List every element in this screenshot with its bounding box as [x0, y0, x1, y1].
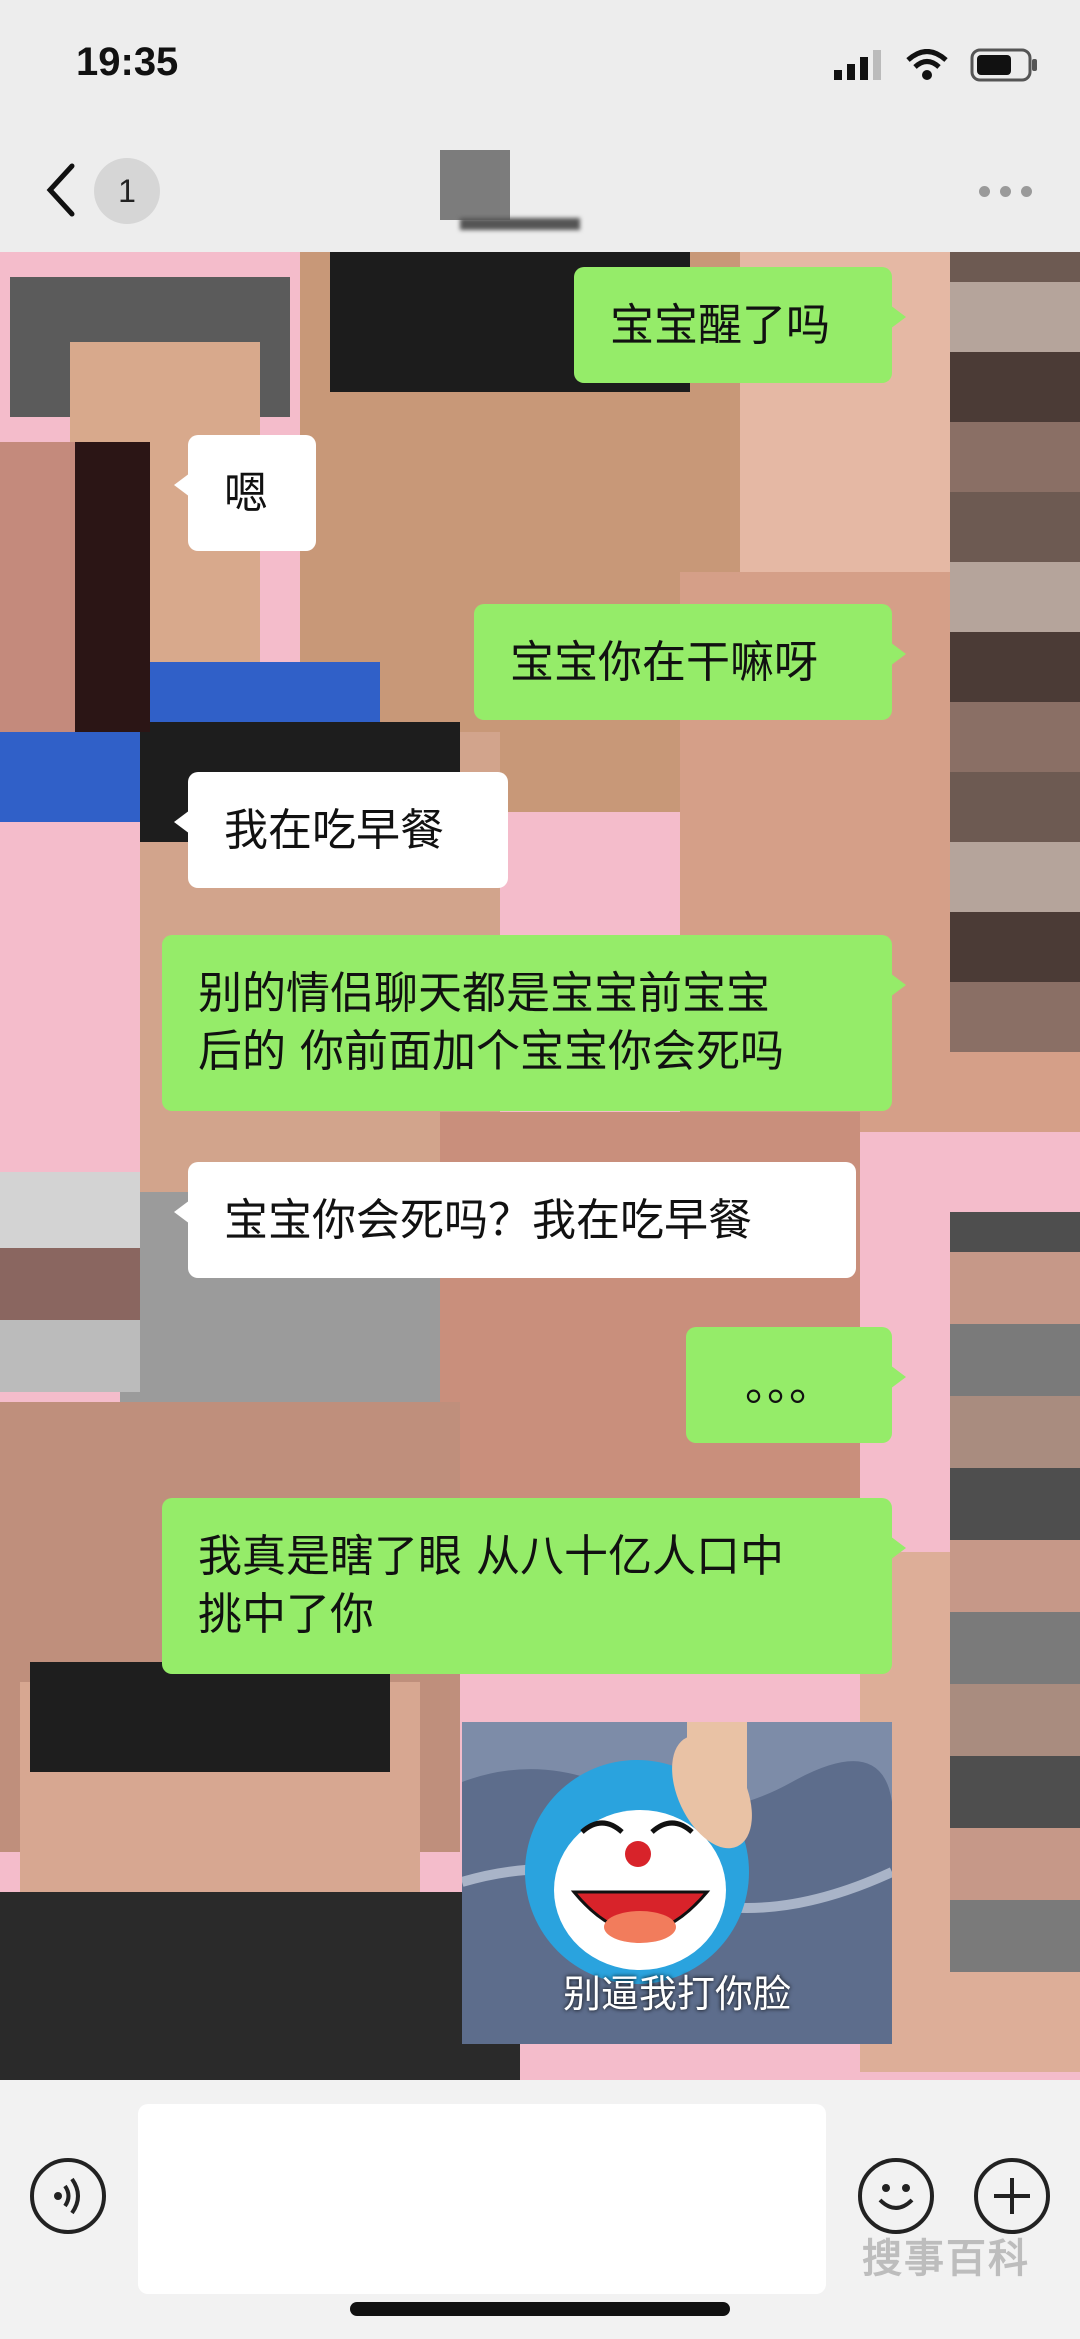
background-photo: [0, 1892, 520, 2080]
message-bubble-sent[interactable]: 我真是瞎了眼 从八十亿人口中 挑中了你: [162, 1498, 906, 1674]
pixelation-mosaic: [0, 442, 150, 732]
emoji-icon[interactable]: [858, 2158, 934, 2234]
plus-icon[interactable]: [974, 2158, 1050, 2234]
message-text-line: 别的情侣聊天都是宝宝前宝宝: [198, 968, 770, 1019]
chevron-left-icon[interactable]: [40, 160, 80, 220]
message-text: 嗯: [224, 468, 268, 519]
signal-icon: [834, 50, 881, 80]
message-bubble-sent[interactable]: 。。。: [686, 1327, 906, 1443]
message-text: 宝宝你会死吗？我在吃早餐: [224, 1195, 752, 1246]
unread-count-badge[interactable]: 1: [94, 158, 160, 224]
message-text: 。。。: [745, 1360, 833, 1411]
message-text-line: 挑中了你: [198, 1589, 374, 1640]
message-text-line: 我真是瞎了眼 从八十亿人口中: [198, 1531, 784, 1582]
voice-icon[interactable]: [30, 2158, 106, 2234]
message-bubble-received[interactable]: 我在吃早餐: [174, 772, 508, 888]
smiley-glyph: [878, 2184, 914, 2210]
background-photo-hair: [30, 1662, 390, 1772]
sticker-message[interactable]: 别逼我打你脸: [462, 1722, 892, 2044]
message-text-line: 后的 你前面加个宝宝你会死吗: [198, 1026, 784, 1077]
message-bubble-received[interactable]: 嗯: [174, 435, 316, 551]
message-text: 宝宝你在干嘛呀: [510, 637, 818, 688]
chat-header: 1: [0, 130, 1080, 252]
status-icons: [834, 48, 1040, 82]
sticker-caption: 别逼我打你脸: [562, 1972, 791, 2016]
status-bar: 19:35: [0, 0, 1080, 130]
wifi-icon: [906, 49, 948, 80]
message-input[interactable]: [138, 2104, 826, 2294]
message-bubble-sent[interactable]: 宝宝醒了吗: [574, 267, 906, 383]
message-bubble-received[interactable]: 宝宝你会死吗？我在吃早餐: [174, 1162, 856, 1278]
plus-glyph: [994, 2178, 1030, 2214]
contact-name-redacted: [440, 150, 580, 242]
pixelation-mosaic: [0, 1172, 140, 1392]
message-bubble-sent[interactable]: 宝宝你在干嘛呀: [474, 604, 906, 720]
pixelation-mosaic: [950, 1212, 1080, 1972]
input-bar: [0, 2080, 1080, 2339]
message-text: 我在吃早餐: [224, 805, 444, 856]
voice-wave-glyph: [54, 2177, 80, 2215]
message-bubble-sent[interactable]: 别的情侣聊天都是宝宝前宝宝 后的 你前面加个宝宝你会死吗: [162, 935, 906, 1111]
message-text: 宝宝醒了吗: [610, 300, 830, 351]
battery-icon: [970, 48, 1037, 82]
more-dots-icon[interactable]: [979, 186, 1032, 197]
watermark: 搜事百科: [862, 2236, 1030, 2282]
pixelation-mosaic: [950, 252, 1080, 1052]
home-indicator[interactable]: [350, 2302, 730, 2316]
status-time: 19:35: [76, 40, 179, 84]
